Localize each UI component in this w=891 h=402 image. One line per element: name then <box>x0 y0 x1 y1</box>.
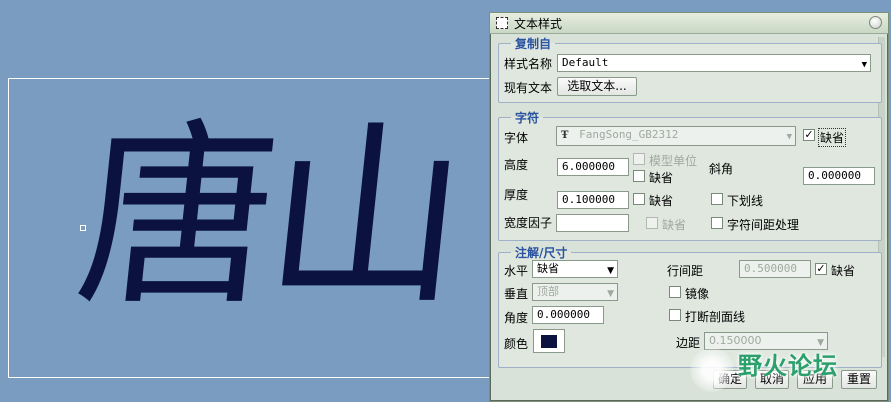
vertical-select[interactable]: 顶部 ▼ <box>532 283 618 301</box>
color-swatch-button[interactable] <box>533 329 565 353</box>
style-name-select[interactable]: Default ▼ <box>557 54 871 72</box>
annotation-legend: 注解/尺寸 <box>515 246 568 260</box>
font-select[interactable]: Ŧ FangSong_GB2312 ▼ <box>556 126 796 146</box>
forum-watermark: 野火论坛 <box>690 342 890 402</box>
height-label: 高度 <box>504 158 529 172</box>
horizontal-value: 缺省 <box>537 262 559 275</box>
color-label: 颜色 <box>504 337 529 351</box>
underline-label: 下划线 <box>727 194 764 208</box>
character-legend: 字符 <box>515 111 540 125</box>
dialog-app-icon <box>496 17 508 29</box>
style-name-label: 样式名称 <box>504 57 553 71</box>
close-icon[interactable] <box>869 16 882 29</box>
break-hatch-label: 打断剖面线 <box>685 310 746 324</box>
thickness-label: 厚度 <box>504 188 529 202</box>
existing-text-label: 现有文本 <box>504 81 553 95</box>
slant-label: 斜角 <box>709 162 734 176</box>
chevron-down-icon: ▼ <box>786 132 792 142</box>
break-hatch-checkbox[interactable] <box>669 309 681 321</box>
angle-label: 角度 <box>504 311 529 325</box>
height-default-label: 缺省 <box>649 171 674 185</box>
font-default-checkbox[interactable]: ✓ <box>803 129 815 141</box>
line-spacing-input[interactable]: 0.500000 <box>739 260 811 278</box>
chevron-down-icon: ▼ <box>861 60 867 70</box>
underline-checkbox[interactable] <box>711 193 723 205</box>
thickness-input[interactable]: 0.100000 <box>557 191 629 209</box>
vertical-value: 顶部 <box>537 285 559 298</box>
horizontal-select[interactable]: 缺省 ▼ <box>532 260 618 278</box>
color-swatch-fill <box>541 335 557 348</box>
font-default-label: 缺省 <box>818 128 847 147</box>
kerning-checkbox[interactable] <box>711 217 723 229</box>
style-name-value: Default <box>562 56 609 69</box>
width-factor-default-checkbox[interactable] <box>646 217 658 229</box>
line-spacing-default-label: 缺省 <box>831 264 856 278</box>
font-label: 字体 <box>504 131 529 145</box>
kerning-label: 字符间距处理 <box>727 218 800 232</box>
pick-text-button[interactable]: 选取文本... <box>557 77 637 96</box>
horizontal-label: 水平 <box>504 264 529 278</box>
slant-input[interactable]: 0.000000 <box>803 167 875 185</box>
height-default-checkbox[interactable] <box>633 170 645 182</box>
width-factor-default-label: 缺省 <box>662 218 687 232</box>
mirror-checkbox[interactable] <box>669 286 681 298</box>
truetype-font-icon: Ŧ <box>561 130 569 141</box>
thickness-default-checkbox[interactable] <box>633 193 645 205</box>
chevron-down-icon: ▼ <box>607 266 614 276</box>
watermark-logo-icon <box>690 348 734 392</box>
chevron-down-icon: ▼ <box>607 289 614 299</box>
line-spacing-default-checkbox[interactable]: ✓ <box>815 263 827 275</box>
thickness-default-label: 缺省 <box>649 194 674 208</box>
width-factor-label: 宽度因子 <box>504 216 553 230</box>
model-units-checkbox[interactable] <box>633 153 645 165</box>
angle-input[interactable]: 0.000000 <box>532 306 604 324</box>
height-input[interactable]: 6.000000 <box>557 158 629 176</box>
watermark-text: 野火论坛 <box>738 352 838 380</box>
line-spacing-label: 行间距 <box>667 264 704 278</box>
model-text[interactable]: 唐山 <box>68 104 468 332</box>
font-value: FangSong_GB2312 <box>579 128 679 141</box>
vertical-label: 垂直 <box>504 287 529 301</box>
mirror-label: 镜像 <box>685 287 710 301</box>
width-factor-input[interactable] <box>556 214 629 232</box>
dialog-titlebar[interactable]: 文本样式 <box>490 13 888 34</box>
model-units-label: 模型单位 <box>649 154 698 168</box>
copy-from-legend: 复制自 <box>515 37 552 51</box>
dialog-title: 文本样式 <box>514 16 563 31</box>
